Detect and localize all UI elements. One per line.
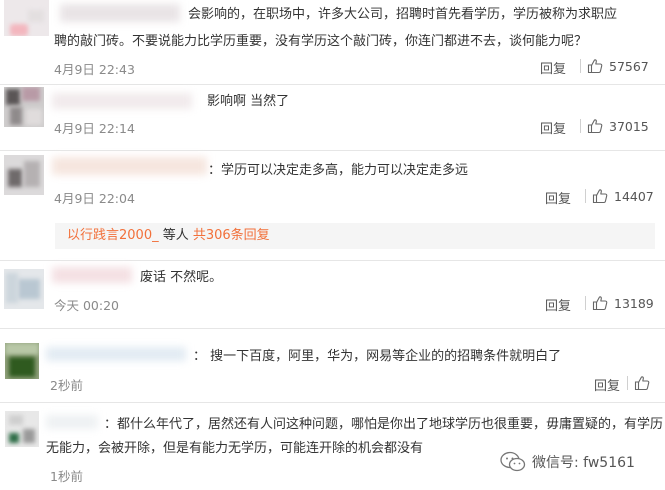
comment-text: 聘的敲门砖。不要说能力比学历重要，没有学历这个敲门砖，你连门都进不去，谈何能力呢… xyxy=(54,34,588,49)
comment-time: 4月9日 22:43 xyxy=(54,62,135,77)
comment-time: 今天 00:20 xyxy=(54,298,119,313)
comment-item: ： 搜一下百度，阿里，华为，网易等企业的的招聘条件就明白了 2秒前 回复 xyxy=(0,329,665,401)
sub-reply-count[interactable]: 共306条回复 xyxy=(193,228,270,243)
username-blurred xyxy=(52,93,192,109)
reply-button[interactable]: 回复 xyxy=(540,118,566,137)
reply-button[interactable]: 回复 xyxy=(594,375,620,394)
comment-text: ：学历可以决定走多高，能力可以决定走多远 xyxy=(208,163,469,178)
avatar[interactable] xyxy=(4,155,44,195)
thumbs-up-icon xyxy=(587,118,603,134)
avatar[interactable] xyxy=(5,411,39,447)
comment-item: ：都什么年代了，居然还有人问这种问题，哪怕是你出了地球学历也很重要，毋庸置疑的，… xyxy=(0,403,665,490)
wechat-watermark: 微信号: fw5161 xyxy=(500,450,635,474)
comment-time: 2秒前 xyxy=(50,378,83,393)
like-button[interactable]: 13189 xyxy=(585,295,654,311)
thumbs-up-icon xyxy=(592,188,608,204)
thumbs-up-icon xyxy=(634,375,650,391)
sub-reply-user[interactable]: 以行践言2000_ xyxy=(55,228,159,243)
avatar[interactable] xyxy=(4,269,44,309)
like-count: 57567 xyxy=(609,58,649,74)
sub-reply-middle: 等人 xyxy=(158,228,193,243)
reply-button[interactable]: 回复 xyxy=(545,188,571,207)
sub-replies-link[interactable]: 以行践言2000_ 等人 共306条回复 xyxy=(55,223,655,249)
watermark-text: 微信号: fw5161 xyxy=(532,455,635,471)
reply-button[interactable]: 回复 xyxy=(540,58,566,77)
like-button[interactable]: 57567 xyxy=(580,58,649,74)
like-count: 13189 xyxy=(614,295,654,311)
avatar[interactable] xyxy=(5,343,39,379)
reply-button[interactable]: 回复 xyxy=(545,295,571,314)
comment-text: ： 搜一下百度，阿里，华为，网易等企业的的招聘条件就明白了 xyxy=(193,349,562,364)
username-blurred xyxy=(52,157,207,175)
comment-time: 4月9日 22:14 xyxy=(54,121,135,136)
avatar[interactable] xyxy=(4,87,44,127)
like-button[interactable] xyxy=(627,375,650,391)
comment-item: 废话 不然呢。 今天 00:20 回复 13189 xyxy=(0,261,665,329)
like-button[interactable]: 37015 xyxy=(580,118,649,134)
comment-text: 影响啊 当然了 xyxy=(207,94,290,109)
like-count: 14407 xyxy=(614,188,654,204)
like-count: 37015 xyxy=(609,118,649,134)
avatar[interactable] xyxy=(4,0,49,36)
username-blurred xyxy=(46,347,186,361)
comment-text: 废话 不然呢。 xyxy=(140,270,223,285)
thumbs-up-icon xyxy=(587,58,603,74)
comment-text: 无能力，会被开除，但是有能力无学历，可能连开除的机会都没有 xyxy=(46,441,424,456)
comment-time: 1秒前 xyxy=(50,469,83,484)
username-blurred xyxy=(46,415,98,429)
comment-item: 会影响的，在职场中，许多大公司，招聘时首先看学历，学历被称为求职应 聘的敲门砖。… xyxy=(0,0,665,84)
comment-item: 影响啊 当然了 4月9日 22:14 回复 37015 xyxy=(0,85,665,150)
wechat-icon xyxy=(500,451,526,472)
like-button[interactable]: 14407 xyxy=(585,188,654,204)
thumbs-up-icon xyxy=(592,295,608,311)
comment-time: 4月9日 22:04 xyxy=(54,191,135,206)
username-blurred xyxy=(52,267,132,283)
comment-text: ：都什么年代了，居然还有人问这种问题，哪怕是你出了地球学历也很重要，毋庸置疑的，… xyxy=(104,417,664,432)
username-blurred xyxy=(60,4,180,22)
comment-text: 会影响的，在职场中，许多大公司，招聘时首先看学历，学历被称为求职应 xyxy=(188,7,618,22)
